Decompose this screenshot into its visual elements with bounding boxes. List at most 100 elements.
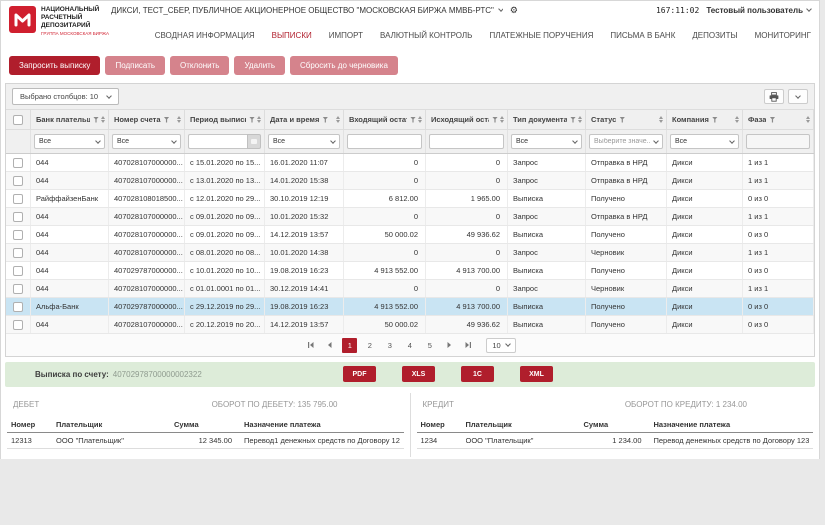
filter-funnel-icon[interactable] bbox=[163, 116, 170, 123]
row-checkbox[interactable] bbox=[13, 247, 23, 258]
company-selector[interactable]: ДИКСИ, ТЕСТ_СБЕР, ПУБЛИЧНОЕ АКЦИОНЕРНОЕ … bbox=[111, 6, 503, 15]
page-number[interactable]: 5 bbox=[422, 338, 437, 353]
table-row[interactable]: 044 407028107000000... с 01.01.0001 по 01.… bbox=[6, 280, 814, 298]
column-header[interactable]: Номер счета bbox=[109, 110, 185, 129]
sort-icon[interactable] bbox=[334, 116, 340, 123]
table-row[interactable]: 044 407028107000000... с 08.01.2020 по 08.… bbox=[6, 244, 814, 262]
filter-funnel-icon[interactable] bbox=[769, 116, 776, 123]
nav-item[interactable]: ВЫПИСКИ bbox=[272, 31, 312, 40]
app-header: НАЦИОНАЛЬНЫЙ РАСЧЕТНЫЙ ДЕПОЗИТАРИЙ ГРУПП… bbox=[1, 1, 819, 45]
sort-icon[interactable] bbox=[175, 116, 181, 123]
toolbar-button[interactable]: Удалить bbox=[234, 56, 285, 75]
column-header[interactable]: Фаза bbox=[743, 110, 814, 129]
column-header[interactable]: Дата и время bbox=[265, 110, 344, 129]
page-size-value: 10 bbox=[492, 340, 501, 350]
row-checkbox-cell bbox=[6, 208, 31, 225]
filter-select[interactable]: Все bbox=[112, 134, 181, 149]
nav-item[interactable]: ВАЛЮТНЫЙ КОНТРОЛЬ bbox=[380, 31, 472, 40]
row-checkbox[interactable] bbox=[13, 319, 23, 330]
table-row[interactable]: 044 407029787000000... с 10.01.2020 по 10.… bbox=[6, 262, 814, 280]
filter-select[interactable]: Выберите значе... bbox=[589, 134, 663, 149]
nav-item[interactable]: ДЕПОЗИТЫ bbox=[692, 31, 737, 40]
table-cell: Получено bbox=[586, 226, 667, 243]
row-checkbox[interactable] bbox=[13, 265, 23, 276]
filter-select[interactable]: Все bbox=[670, 134, 739, 149]
nav-item[interactable]: СВОДНАЯ ИНФОРМАЦИЯ bbox=[155, 31, 255, 40]
export-1c-button[interactable]: 1C bbox=[461, 366, 494, 382]
table-row[interactable]: 044 407028107000000... с 15.01.2020 по 15.… bbox=[6, 154, 814, 172]
filter-cell bbox=[743, 130, 814, 153]
filter-funnel-icon[interactable] bbox=[322, 116, 329, 123]
table-row[interactable]: РайффайзенБанк 407028108018500... с 12.01.… bbox=[6, 190, 814, 208]
page-number[interactable]: 4 bbox=[402, 338, 417, 353]
export-pdf-button[interactable]: PDF bbox=[343, 366, 376, 382]
sort-icon[interactable] bbox=[733, 116, 739, 123]
column-header[interactable]: Входящий остаток bbox=[344, 110, 426, 129]
toolbar-button[interactable]: Отклонить bbox=[170, 56, 230, 75]
column-header[interactable]: Банк плательщика bbox=[31, 110, 109, 129]
row-checkbox-cell bbox=[6, 172, 31, 189]
filter-select[interactable]: Все bbox=[511, 134, 582, 149]
select-all-checkbox[interactable] bbox=[13, 114, 23, 125]
sort-icon[interactable] bbox=[576, 116, 582, 123]
row-checkbox[interactable] bbox=[13, 175, 23, 186]
nav-item[interactable]: МОНИТОРИНГ bbox=[755, 31, 811, 40]
sort-icon[interactable] bbox=[498, 116, 504, 123]
grid-menu-button[interactable] bbox=[788, 89, 808, 104]
toolbar-button[interactable]: Сбросить до черновика bbox=[290, 56, 398, 75]
page-size-select[interactable]: 10 bbox=[486, 337, 516, 353]
column-header[interactable]: Тип документа bbox=[508, 110, 586, 129]
sort-icon[interactable] bbox=[99, 116, 105, 123]
nav-item[interactable]: ПЛАТЕЖНЫЕ ПОРУЧЕНИЯ bbox=[489, 31, 593, 40]
print-button[interactable] bbox=[764, 89, 784, 104]
table-row[interactable]: 044 407028107000000... с 13.01.2020 по 13.… bbox=[6, 172, 814, 190]
filter-date-input[interactable] bbox=[188, 134, 247, 149]
prev-page-button[interactable] bbox=[323, 338, 337, 352]
filter-select[interactable]: Все bbox=[34, 134, 105, 149]
last-page-button[interactable] bbox=[461, 338, 475, 352]
nav-item[interactable]: ПИСЬМА В БАНК bbox=[610, 31, 675, 40]
table-row[interactable]: Альфа-Банк 407029787000000... с 29.12.2019… bbox=[6, 298, 814, 316]
column-header[interactable]: Исходящий остаток bbox=[426, 110, 508, 129]
column-header[interactable]: Компания bbox=[667, 110, 743, 129]
filter-input[interactable] bbox=[746, 134, 810, 149]
column-header[interactable]: Статус bbox=[586, 110, 667, 129]
row-checkbox[interactable] bbox=[13, 301, 23, 312]
table-row[interactable]: 044 407028107000000... с 20.12.2019 по 20.… bbox=[6, 316, 814, 334]
sort-icon[interactable] bbox=[804, 116, 810, 123]
user-menu[interactable]: Тестовый пользователь bbox=[706, 6, 812, 15]
gear-icon[interactable]: ⚙ bbox=[510, 5, 518, 15]
page-number[interactable]: 1 bbox=[342, 337, 358, 353]
table-cell: 044 bbox=[31, 316, 109, 333]
table-row[interactable]: 044 407028107000000... с 09.01.2020 по 09.… bbox=[6, 226, 814, 244]
export-xml-button[interactable]: XML bbox=[520, 366, 553, 382]
filter-funnel-icon[interactable] bbox=[619, 116, 626, 123]
sort-icon[interactable] bbox=[416, 116, 422, 123]
table-row[interactable]: 044 407028107000000... с 09.01.2020 по 09.… bbox=[6, 208, 814, 226]
toolbar-button[interactable]: Подписать bbox=[105, 56, 166, 75]
column-header[interactable]: Период выписки bbox=[185, 110, 265, 129]
filter-funnel-icon[interactable] bbox=[711, 116, 718, 123]
row-checkbox[interactable] bbox=[13, 193, 23, 204]
toolbar-button[interactable]: Запросить выписку bbox=[9, 56, 101, 75]
row-checkbox[interactable] bbox=[13, 211, 23, 222]
next-page-button[interactable] bbox=[442, 338, 456, 352]
row-checkbox[interactable] bbox=[13, 229, 23, 240]
row-checkbox-cell bbox=[6, 190, 31, 207]
nav-item[interactable]: ИМПОРТ bbox=[329, 31, 363, 40]
calendar-button-icon[interactable] bbox=[247, 134, 261, 149]
filter-input[interactable] bbox=[347, 134, 422, 149]
table-cell: 0 bbox=[426, 172, 508, 189]
page-number[interactable]: 2 bbox=[362, 338, 377, 353]
sort-icon[interactable] bbox=[657, 116, 663, 123]
export-xls-button[interactable]: XLS bbox=[402, 366, 435, 382]
row-checkbox[interactable] bbox=[13, 283, 23, 294]
filter-input[interactable] bbox=[429, 134, 504, 149]
row-checkbox[interactable] bbox=[13, 157, 23, 168]
sort-icon[interactable] bbox=[255, 116, 261, 123]
columns-selector[interactable]: Выбрано столбцов: 10 bbox=[12, 88, 120, 105]
filter-select[interactable]: Все bbox=[268, 134, 340, 149]
first-page-button[interactable] bbox=[304, 338, 318, 352]
row-checkbox-cell bbox=[6, 298, 31, 315]
page-number[interactable]: 3 bbox=[382, 338, 397, 353]
